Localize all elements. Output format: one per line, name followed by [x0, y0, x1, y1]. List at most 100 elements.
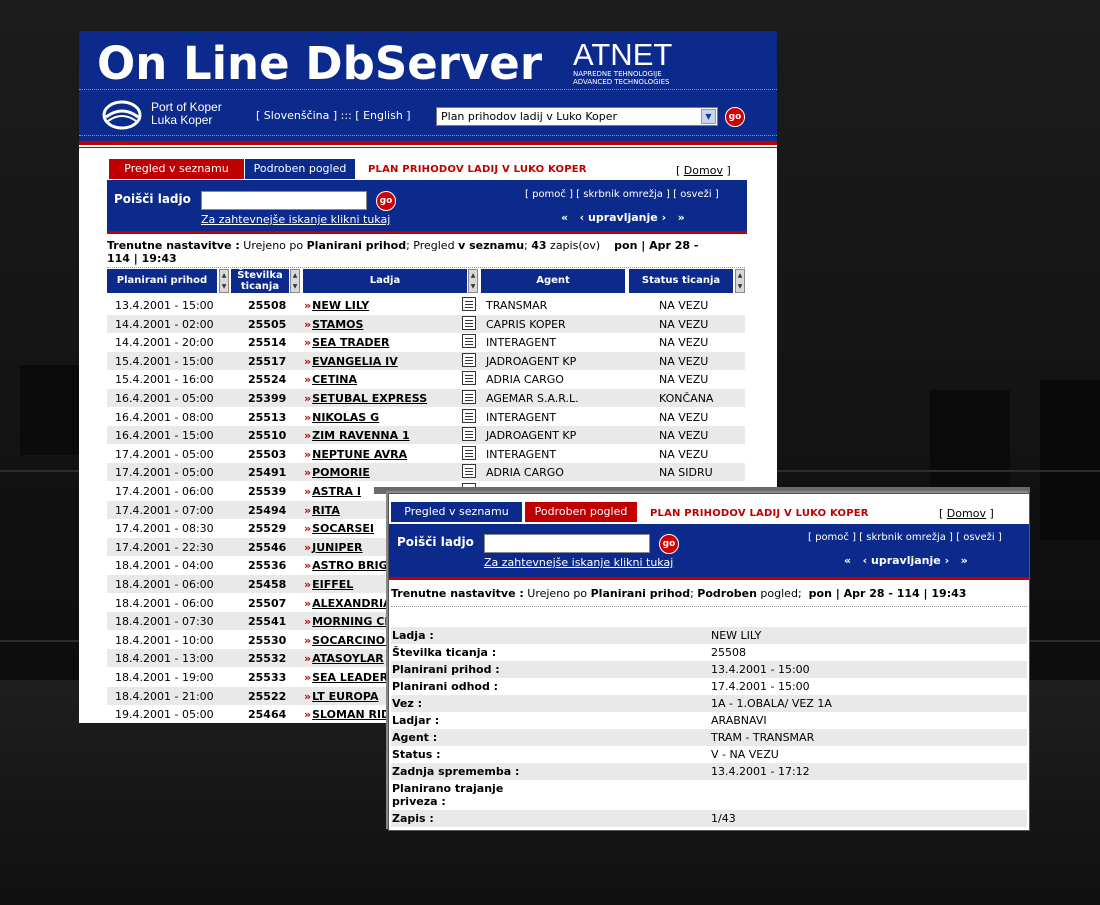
admin-link[interactable]: skrbnik omrežja: [583, 189, 663, 200]
column-planned-arrival[interactable]: Planirani prihod: [107, 269, 217, 293]
admin-link[interactable]: skrbnik omrežja: [866, 532, 946, 543]
next-page-button[interactable]: ›: [945, 554, 950, 567]
column-agent[interactable]: Agent: [481, 269, 625, 293]
ship-link[interactable]: SOCARCINOU: [304, 634, 394, 647]
cell-call-number: 25541: [248, 615, 287, 629]
ship-link[interactable]: JUNIPER: [304, 541, 362, 554]
sort-arrows-icon[interactable]: ▲ ▼: [735, 269, 745, 293]
detail-page-icon[interactable]: [462, 427, 476, 442]
cell-call-number: 25513: [248, 410, 287, 424]
table-row[interactable]: 17.4.2001 - 05:00 25503 NEPTUNE AVRA INTERA…: [107, 445, 745, 463]
detail-field-label: Zapis :: [392, 812, 434, 825]
search-go-button[interactable]: go: [376, 191, 396, 211]
ship-search-input[interactable]: [484, 534, 650, 553]
ship-link[interactable]: ASTRA I: [304, 485, 361, 498]
detail-page-icon[interactable]: [462, 315, 476, 330]
ship-link[interactable]: STAMOS: [304, 318, 363, 331]
detail-page-icon[interactable]: [462, 464, 476, 479]
detail-page-icon[interactable]: [462, 297, 476, 311]
ship-link[interactable]: ATASOYLAR: [304, 652, 384, 665]
help-link[interactable]: pomoč: [532, 189, 566, 200]
table-row[interactable]: 16.4.2001 - 05:00 25399 SETUBAL EXPRESS AGE…: [107, 389, 745, 407]
advanced-search-link[interactable]: Za zahtevnejše iskanje klikni tukaj: [484, 556, 673, 569]
prev-page-button[interactable]: ‹: [863, 554, 868, 567]
dropdown-arrow-icon[interactable]: ▼: [701, 109, 716, 124]
ship-link[interactable]: SEA LEADER: [304, 671, 388, 684]
cell-agent: TRANSMAR: [486, 299, 548, 312]
table-row[interactable]: 16.4.2001 - 15:00 25510 ZIM RAVENNA 1 JADRO…: [107, 426, 745, 445]
cell-call-number: 25539: [248, 485, 287, 498]
column-ship[interactable]: Ladja: [303, 269, 467, 293]
ship-link[interactable]: LT EUROPA: [304, 690, 378, 703]
first-page-button[interactable]: «: [844, 554, 851, 567]
last-page-button[interactable]: »: [678, 211, 685, 224]
detail-page-icon[interactable]: [462, 352, 476, 367]
column-call-number[interactable]: Številka ticanja: [231, 269, 289, 293]
table-row[interactable]: 17.4.2001 - 05:00 25491 POMORIE ADRIA CARGO…: [107, 463, 745, 482]
background-crane: [930, 390, 1010, 490]
sort-arrows-icon[interactable]: ▲ ▼: [290, 269, 300, 293]
ship-link[interactable]: ZIM RAVENNA 1: [304, 429, 410, 442]
tab-list-view[interactable]: Pregled v seznamu: [391, 502, 522, 522]
ship-link[interactable]: EVANGELIA IV: [304, 355, 398, 368]
ship-link[interactable]: SOCARSEI: [304, 522, 374, 535]
last-page-button[interactable]: »: [961, 554, 968, 567]
detail-page-icon[interactable]: [462, 445, 476, 460]
sort-arrows-icon[interactable]: ▲ ▼: [468, 269, 478, 293]
column-status[interactable]: Status ticanja: [629, 269, 733, 293]
ship-link[interactable]: RITA: [304, 504, 340, 517]
table-row[interactable]: 14.4.2001 - 02:00 25505 STAMOS CAPRIS KOPER…: [107, 314, 745, 333]
ship-link[interactable]: NIKOLAS G: [304, 411, 379, 424]
table-row[interactable]: 14.4.2001 - 20:00 25514 SEA TRADER INTERAGE…: [107, 333, 745, 351]
table-row[interactable]: 13.4.2001 - 15:00 25508 NEW LILY TRANSMAR NA…: [107, 296, 745, 314]
ship-link[interactable]: ALEXANDRIA: [304, 597, 391, 610]
table-divider: [107, 267, 745, 268]
ship-link[interactable]: SEA TRADER: [304, 336, 389, 349]
first-page-button[interactable]: «: [561, 211, 568, 224]
tab-detail-view[interactable]: Podroben pogled: [245, 159, 355, 179]
ship-search-input[interactable]: [201, 191, 367, 210]
sort-arrows-icon[interactable]: ▲ ▼: [219, 269, 229, 293]
detail-page-icon[interactable]: [462, 390, 476, 404]
ship-link[interactable]: MORNING CL: [304, 615, 391, 628]
ship-link[interactable]: NEW LILY: [304, 299, 369, 312]
detail-field-row: Zadnja sprememba : 13.4.2001 - 17:12: [391, 763, 1027, 780]
ship-link[interactable]: NEPTUNE AVRA: [304, 448, 407, 461]
search-go-button[interactable]: go: [659, 534, 679, 554]
detail-page-icon[interactable]: [462, 334, 476, 349]
tab-list-view[interactable]: Pregled v seznamu: [109, 159, 244, 179]
lang-slovenscina-link[interactable]: Slovenščina: [264, 109, 330, 122]
go-button[interactable]: go: [725, 107, 745, 127]
page-title: PLAN PRIHODOV LADIJ V LUKO KOPER: [368, 164, 587, 175]
advanced-search-link[interactable]: Za zahtevnejše iskanje klikni tukaj: [201, 213, 390, 226]
cell-status: NA SIDRU: [659, 466, 713, 480]
ship-link[interactable]: EIFFEL: [304, 578, 353, 591]
help-link[interactable]: pomoč: [815, 532, 849, 543]
next-page-button[interactable]: ›: [662, 211, 667, 224]
ship-link[interactable]: CETINA: [304, 373, 357, 386]
table-row[interactable]: 15.4.2001 - 16:00 25524 CETINA ADRIA CARGO N…: [107, 370, 745, 388]
cell-call-number: 25510: [248, 429, 287, 443]
detail-page-icon[interactable]: [462, 371, 476, 386]
lang-english-link[interactable]: English: [363, 109, 403, 122]
cell-planned-arrival: 17.4.2001 - 05:00: [115, 466, 214, 480]
table-row[interactable]: 16.4.2001 - 08:00 25513 NIKOLAS G INTERAGEN…: [107, 408, 745, 426]
ship-link[interactable]: SETUBAL EXPRESS: [304, 392, 427, 405]
tab-detail-view[interactable]: Podroben pogled: [525, 502, 637, 522]
cell-planned-arrival: 14.4.2001 - 02:00: [115, 317, 214, 331]
detail-page-icon[interactable]: [462, 408, 476, 423]
ship-link[interactable]: ASTRO BRIG: [304, 559, 388, 572]
port-name: Port of Koper Luka Koper: [151, 100, 222, 127]
cell-status: NA VEZU: [659, 317, 709, 331]
ship-link[interactable]: POMORIE: [304, 466, 370, 479]
home-link[interactable]: [ Domov ]: [939, 507, 994, 520]
refresh-link[interactable]: osveži: [963, 532, 994, 543]
refresh-link[interactable]: osveži: [680, 189, 711, 200]
prev-page-button[interactable]: ‹: [580, 211, 585, 224]
database-select[interactable]: Plan prihodov ladij v Luko Koper ▼: [436, 107, 718, 126]
table-row[interactable]: 15.4.2001 - 15:00 25517 EVANGELIA IV JADROA…: [107, 351, 745, 370]
home-link[interactable]: [ Domov ]: [676, 164, 731, 177]
ship-link[interactable]: SLOMAN RID: [304, 708, 390, 721]
cell-planned-arrival: 18.4.2001 - 06:00: [115, 578, 214, 591]
cell-call-number: 25529: [248, 522, 287, 536]
